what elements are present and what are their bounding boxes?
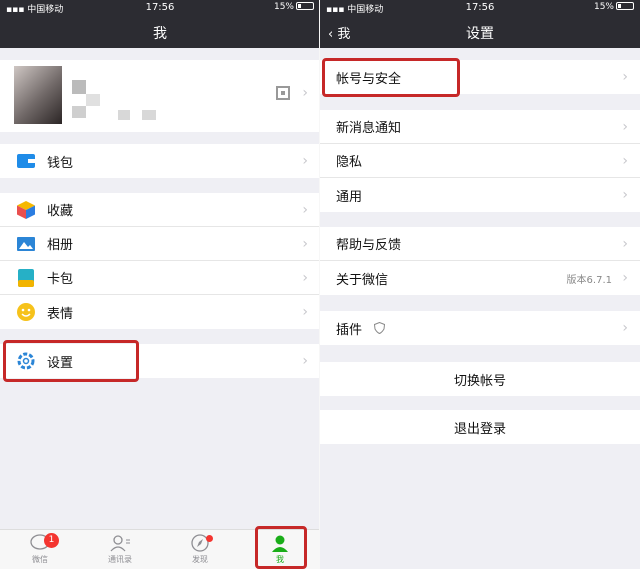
status-bar: ▪▪▪ 中国移动 17:56 15%	[320, 0, 640, 16]
profile-card[interactable]: ›	[0, 60, 320, 132]
chevron-right-icon: ›	[622, 236, 628, 252]
chevron-right-icon: ›	[302, 85, 308, 101]
status-right: 15%	[594, 2, 634, 12]
switch-account-button[interactable]: 切换帐号	[320, 362, 640, 396]
status-bar: ▪▪▪ 中国移动 17:56 15%	[0, 0, 320, 16]
switch-account-group: 切换帐号	[320, 362, 640, 396]
chevron-right-icon: ›	[622, 153, 628, 169]
highlight-box	[322, 58, 460, 97]
collection-group: 收藏 › 相册 › 卡包 › 表情 ›	[0, 193, 320, 329]
blurred-id	[118, 110, 130, 120]
chevron-right-icon: ›	[302, 270, 308, 286]
chevron-right-icon: ›	[622, 119, 628, 135]
menu-item-stickers[interactable]: 表情 ›	[0, 295, 320, 329]
highlight-box	[255, 526, 307, 569]
chevron-right-icon: ›	[302, 236, 308, 252]
battery-icon	[296, 2, 314, 10]
logout-button[interactable]: 退出登录	[320, 410, 640, 444]
blurred-name	[86, 94, 100, 106]
album-icon	[16, 234, 36, 254]
menu-item-label: 钱包	[47, 155, 74, 171]
settings-item-about[interactable]: 关于微信 版本6.7.1 ›	[320, 261, 640, 295]
unread-badge: 1	[44, 533, 59, 548]
avatar	[14, 66, 62, 124]
settings-item-label: 隐私	[336, 155, 363, 170]
chevron-right-icon: ›	[622, 270, 628, 286]
preferences-group: 新消息通知 › 隐私 › 通用 ›	[320, 110, 640, 212]
nav-bar: 我	[0, 16, 320, 48]
menu-item-cards[interactable]: 卡包 ›	[0, 261, 320, 295]
wallet-group: 钱包 ›	[0, 144, 320, 178]
page-title: 我	[153, 26, 167, 42]
support-group: 帮助与反馈 › 关于微信 版本6.7.1 ›	[320, 227, 640, 295]
tab-label: 通讯录	[108, 555, 132, 564]
blurred-id	[72, 106, 86, 118]
settings-item-label: 帮助与反馈	[336, 238, 402, 253]
settings-item-label: 关于微信	[336, 272, 389, 288]
menu-item-favorites[interactable]: 收藏 ›	[0, 193, 320, 227]
tab-label: 发现	[192, 555, 208, 564]
settings-item-plugins[interactable]: 插件 ›	[320, 311, 640, 345]
menu-item-album[interactable]: 相册 ›	[0, 227, 320, 261]
tab-label: 微信	[32, 555, 48, 564]
highlight-box	[3, 340, 139, 382]
chevron-right-icon: ›	[622, 320, 628, 336]
wallet-icon	[16, 151, 36, 171]
chevron-right-icon: ›	[302, 353, 308, 369]
chevron-right-icon: ›	[302, 202, 308, 218]
version-label: 版本6.7.1	[566, 275, 612, 286]
chevron-right-icon: ›	[622, 69, 628, 85]
qr-code-icon	[276, 86, 290, 100]
menu-item-label: 收藏	[47, 204, 74, 219]
plugins-group: 插件 ›	[320, 311, 640, 345]
settings-item-label: 通用	[336, 189, 363, 205]
settings-item-label: 插件	[336, 322, 363, 338]
new-dot-badge	[206, 535, 213, 542]
contacts-icon	[110, 535, 130, 552]
chevron-right-icon: ›	[302, 153, 308, 169]
menu-item-label: 相册	[47, 238, 74, 253]
settings-item-notifications[interactable]: 新消息通知 ›	[320, 110, 640, 144]
status-right: 15%	[274, 2, 314, 12]
chevron-right-icon: ›	[302, 304, 308, 320]
shield-icon	[374, 322, 386, 334]
battery-icon	[616, 2, 634, 10]
settings-item-label: 新消息通知	[336, 121, 402, 136]
page-title: 设置	[466, 26, 494, 42]
battery-percent: 15%	[273, 2, 294, 12]
logout-group: 退出登录	[320, 410, 640, 444]
menu-item-label: 卡包	[47, 272, 74, 287]
chevron-right-icon: ›	[622, 187, 628, 203]
menu-item-label: 表情	[47, 306, 74, 322]
card-icon	[16, 268, 36, 288]
smiley-icon	[16, 302, 36, 322]
settings-item-general[interactable]: 通用 ›	[320, 178, 640, 212]
clock: 17:56	[465, 2, 495, 13]
cube-icon	[16, 200, 36, 220]
settings-item-help-feedback[interactable]: 帮助与反馈 ›	[320, 227, 640, 261]
tab-contacts[interactable]: 通讯录	[80, 530, 160, 569]
battery-percent: 15%	[593, 2, 614, 12]
blurred-name	[72, 80, 86, 94]
me-screen: ▪▪▪ 中国移动 17:56 15% 我 › 钱包 › 收藏 › 相册 › 卡包…	[0, 0, 320, 569]
nav-bar: ‹ 我 设置	[320, 16, 640, 48]
blurred-id	[142, 110, 156, 120]
menu-item-wallet[interactable]: 钱包 ›	[0, 144, 320, 178]
settings-item-privacy[interactable]: 隐私 ›	[320, 144, 640, 178]
tab-discover[interactable]: 发现	[160, 530, 240, 569]
tab-chats[interactable]: 1 微信	[0, 530, 80, 569]
settings-screen: ▪▪▪ 中国移动 17:56 15% ‹ 我 设置 帐号与安全 › 新消息通知 …	[320, 0, 640, 569]
clock: 17:56	[145, 2, 175, 13]
